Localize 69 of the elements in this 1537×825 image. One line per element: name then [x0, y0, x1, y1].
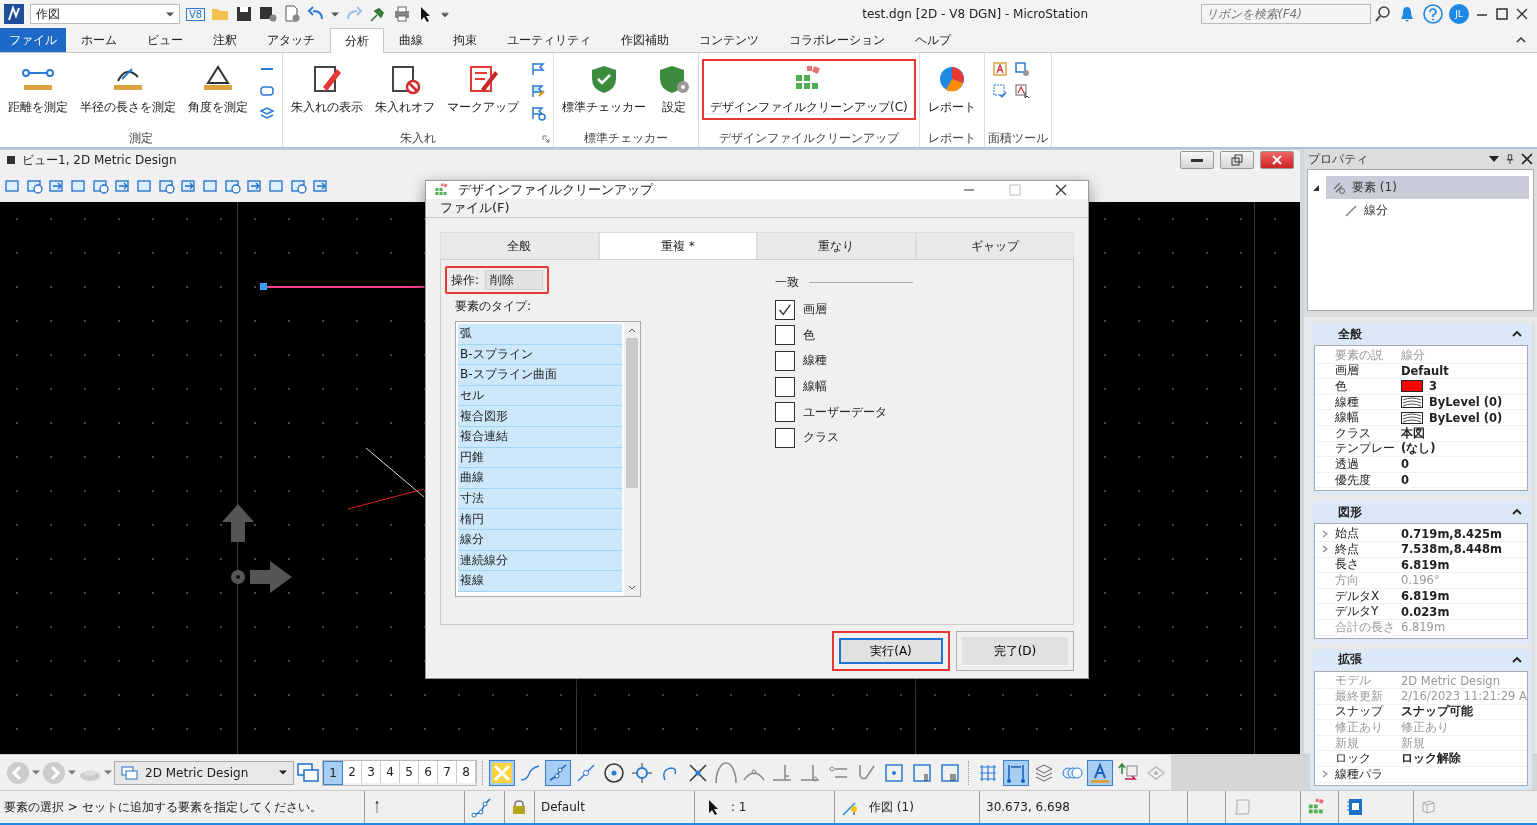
property-value: 6.819m [1401, 620, 1446, 635]
property-label: テンプレー [1335, 440, 1396, 458]
property-value: 0.023m [1401, 604, 1450, 619]
property-value: ByLevel (0) [1429, 395, 1503, 410]
property-label: 長さ [1335, 556, 1360, 574]
property-label: 合計の長さ [1335, 618, 1396, 636]
property-value: 6.819m [1401, 557, 1450, 572]
group-label: 標準チェッカー [584, 129, 668, 147]
window-title: test.dgn [2D - V8 DGN] - MicroStation [861, 7, 1089, 21]
property-value: 新規 [1401, 735, 1425, 751]
checkbox-label: 線幅 [803, 378, 827, 396]
checkbox-label: ユーザーデータ [803, 403, 887, 421]
property-label: 新規 [1335, 734, 1360, 752]
property-label: 修正あり [1335, 719, 1384, 737]
property-label: 線種 [1335, 393, 1360, 411]
property-label: モデル [1335, 672, 1372, 690]
property-label: 透過 [1335, 455, 1360, 473]
group-label: レポート [927, 129, 976, 147]
types-label: 要素のタイプ: [455, 298, 533, 315]
group-label: デザインファイルクリーンアップ [718, 129, 899, 147]
coordinates: 30.673, 6.698 [986, 800, 1070, 814]
property-label: 最終更新 [1335, 687, 1384, 705]
panel-title: プロパティ [1308, 150, 1368, 168]
property-value: 0 [1401, 473, 1409, 488]
property-label: 色 [1335, 378, 1348, 395]
property-value: 6.819m [1401, 589, 1450, 603]
view-title: ビュー1, 2D Metric Design [22, 151, 177, 169]
property-value: (なし) [1401, 441, 1436, 457]
property-label: ロック [1335, 750, 1372, 768]
active-model: 作図 (1) [869, 798, 914, 816]
property-value: 2/16/2023 11:21:29 A [1401, 689, 1527, 704]
match-group-label: 一致 [775, 274, 799, 291]
checkbox-label: 線種 [803, 352, 827, 370]
dialog-title: デザインファイルクリーンアップ [458, 181, 653, 199]
checkbox-label: 画層 [803, 301, 827, 319]
property-value: Default [1401, 363, 1449, 378]
property-value: 本図 [1401, 425, 1425, 441]
group-label: 面積ツール [987, 129, 1048, 147]
status-prompt: 要素の選択 > セットに追加する要素を指定してください。 [3, 798, 323, 816]
property-value: 0 [1401, 457, 1409, 472]
property-value: 修正あり [1401, 720, 1449, 736]
property-label: 画層 [1335, 362, 1360, 380]
property-value: ロック解除 [1401, 751, 1461, 767]
active-level: Default [541, 800, 585, 814]
group-label: 朱入れ [400, 129, 436, 147]
operation-label: 操作: [451, 271, 480, 289]
group-label: 測定 [129, 129, 153, 147]
checkbox-label: 色 [803, 326, 815, 344]
property-value: ByLevel (0) [1429, 410, 1503, 425]
checkbox-label: クラス [803, 429, 839, 447]
property-label: 要素の説 [1335, 346, 1384, 364]
property-value: 3 [1429, 379, 1437, 394]
property-value: 7.538m,8.448m [1401, 542, 1503, 557]
property-value: 線分 [1401, 347, 1425, 363]
property-label: クラス [1335, 424, 1372, 442]
property-label: スナップ [1335, 703, 1385, 721]
property-label: デルタY [1335, 603, 1380, 621]
property-label: 線幅 [1335, 409, 1360, 427]
property-label: 方向 [1335, 571, 1360, 589]
property-label: 優先度 [1335, 471, 1372, 489]
property-value: 0.196° [1401, 573, 1440, 588]
property-value: 0.719m,8.425m [1401, 526, 1503, 541]
property-value: 2D Metric Design [1401, 673, 1500, 688]
property-label: 始点 [1335, 525, 1360, 543]
selection-count: : 1 [731, 800, 747, 814]
property-label: 終点 [1335, 540, 1360, 558]
property-label: 線種パラ [1335, 765, 1384, 783]
property-value: スナップ可能 [1401, 704, 1473, 720]
property-label: デルタX [1335, 587, 1381, 605]
